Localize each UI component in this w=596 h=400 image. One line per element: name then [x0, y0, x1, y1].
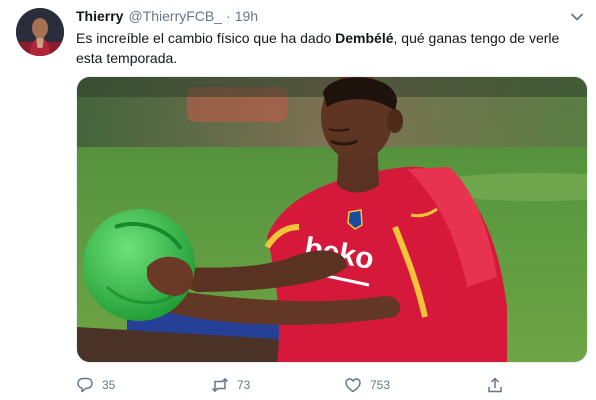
retweet-icon — [211, 377, 229, 393]
display-name[interactable]: Thierry — [76, 8, 123, 24]
timestamp[interactable]: 19h — [235, 8, 258, 24]
tweet-header: Thierry @ThierryFCB_ · 19h — [76, 8, 258, 26]
avatar[interactable] — [16, 8, 64, 56]
share-icon — [488, 377, 502, 393]
retweet-button[interactable]: 73 — [211, 375, 250, 395]
user-handle[interactable]: @ThierryFCB_ — [128, 8, 222, 24]
like-count: 753 — [370, 378, 391, 392]
tweet-actions: 35 73 753 — [76, 375, 516, 395]
reply-icon — [77, 377, 93, 393]
reply-count: 35 — [102, 378, 116, 392]
separator: · — [226, 8, 231, 24]
retweet-count: 73 — [237, 378, 251, 392]
avatar-image — [16, 8, 64, 56]
photo-image: beko — [77, 77, 587, 362]
tweet-text-mention: Dembélé — [335, 30, 394, 46]
tweet-text: Es increíble el cambio físico que ha dad… — [76, 28, 576, 68]
like-button[interactable]: 753 — [344, 375, 390, 395]
chevron-down-icon[interactable] — [570, 10, 584, 24]
tweet-card[interactable]: Thierry @ThierryFCB_ · 19h Es increíble … — [0, 0, 596, 400]
share-button[interactable] — [486, 375, 504, 395]
reply-button[interactable]: 35 — [76, 375, 115, 395]
heart-icon — [345, 378, 361, 393]
tweet-text-part: Es increíble el cambio físico que ha dad… — [76, 30, 336, 46]
tweet-media-photo[interactable]: beko — [76, 76, 588, 363]
